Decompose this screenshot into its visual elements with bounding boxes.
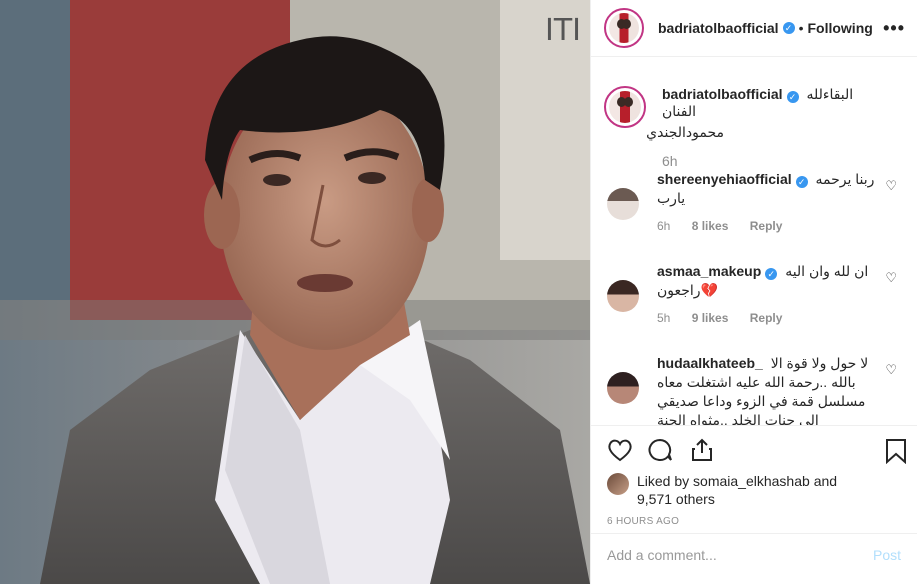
caption-time[interactable]: 6h <box>662 153 882 169</box>
comment-likes[interactable]: 8 likes <box>692 219 729 233</box>
comment-meta: 6h 8 likes Reply <box>657 217 882 236</box>
post-button[interactable]: Post <box>873 547 901 563</box>
post-sidebar: badriatolbaofficial ✓ • Following ••• ba… <box>590 0 917 584</box>
svg-text:ITI: ITI <box>545 13 581 48</box>
verified-icon: ✓ <box>765 268 778 280</box>
post-photo[interactable]: ITI <box>0 0 590 584</box>
comment-username[interactable]: hudaalkhateeb_ <box>657 355 763 371</box>
comment-input[interactable]: Add a comment... <box>607 547 717 563</box>
share-icon[interactable] <box>689 438 715 462</box>
post-timestamp[interactable]: 6 HOURS AGO <box>607 516 679 527</box>
comment-item: asmaa_makeup ✓ ان لله وان اليه راجعون💔 5h… <box>607 262 917 328</box>
post-header: badriatolbaofficial ✓ • Following ••• <box>591 0 917 57</box>
post-actions: Liked by somaia_elkhashab and 9,571 othe… <box>591 425 917 575</box>
verified-icon: ✓ <box>782 22 795 34</box>
commenter-avatar[interactable] <box>607 188 639 220</box>
liked-and: and <box>813 473 838 489</box>
caption-username[interactable]: badriatolbaofficial <box>662 86 783 102</box>
caption: badriatolbaofficial ✓ البقاءلله الفنان مح… <box>604 86 882 169</box>
more-icon[interactable]: ••• <box>883 18 905 39</box>
comment-item: shereenyehiaofficial ✓ ربنا يرحمه يارب 6h… <box>607 170 917 236</box>
bookmark-icon[interactable] <box>885 438 907 464</box>
liker-username[interactable]: somaia_elkhashab <box>693 473 810 489</box>
heart-icon[interactable] <box>607 438 633 462</box>
comment-username[interactable]: shereenyehiaofficial <box>657 171 792 187</box>
comment-heart-icon[interactable]: ♡ <box>885 270 897 286</box>
add-comment-bar: Add a comment... Post <box>591 533 917 575</box>
comment-likes[interactable]: 9 likes <box>692 311 729 325</box>
likes-count[interactable]: 9,571 others <box>637 491 715 507</box>
liked-by-prefix: Liked by <box>637 473 690 489</box>
liker-avatar[interactable] <box>607 473 629 495</box>
photo-illustration: ITI <box>0 0 590 584</box>
separator-dot: • <box>798 20 804 36</box>
comment-heart-icon[interactable]: ♡ <box>885 178 897 194</box>
comment-icon[interactable] <box>647 438 673 462</box>
comment-username[interactable]: asmaa_makeup <box>657 263 761 279</box>
reply-button[interactable]: Reply <box>750 311 783 325</box>
commenter-avatar[interactable] <box>607 280 639 312</box>
verified-icon: ✓ <box>795 176 808 188</box>
comment-time[interactable]: 5h <box>657 311 670 325</box>
comment-time[interactable]: 6h <box>657 219 670 233</box>
comment-meta: 5h 9 likes Reply <box>657 309 882 328</box>
caption-text-line2: محمودالجندي <box>646 124 724 140</box>
verified-icon: ✓ <box>786 91 799 103</box>
following-button[interactable]: Following <box>807 20 872 36</box>
instagram-post-view: ITI badriatolbaofficial ✓ • Following ••… <box>0 0 917 584</box>
comments-list[interactable]: badriatolbaofficial ✓ البقاءلله الفنان مح… <box>591 58 917 425</box>
comment-item: hudaalkhateeb_ لا حول ولا قوة الا بالله … <box>607 354 917 425</box>
action-icons <box>607 438 907 464</box>
author-avatar[interactable] <box>604 8 644 48</box>
reply-button[interactable]: Reply <box>750 219 783 233</box>
author-username[interactable]: badriatolbaofficial <box>658 20 779 36</box>
comment-heart-icon[interactable]: ♡ <box>885 362 897 378</box>
likes-summary: Liked by somaia_elkhashab and 9,571 othe… <box>607 472 837 508</box>
commenter-avatar[interactable] <box>607 372 639 404</box>
caption-avatar[interactable] <box>604 86 646 128</box>
